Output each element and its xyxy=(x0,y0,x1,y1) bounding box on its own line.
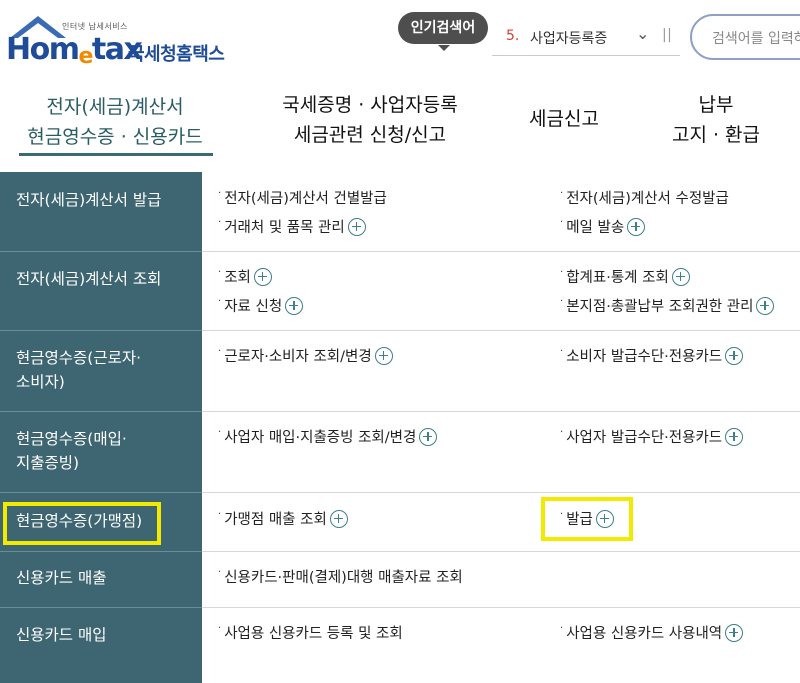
menu-link-branch-permission[interactable]: · 본지점·총괄납부 조회권한 관리 xyxy=(560,295,775,316)
logo-korean-name: 국세청홈택스 xyxy=(128,44,225,65)
tab-label-line1: 전자(세금)계산서 xyxy=(46,96,184,118)
menu-link-etax-single-issue[interactable]: · 전자(세금)계산서 건별발급 xyxy=(218,187,387,208)
popular-search-ticker[interactable]: 5. 사업자등록증 ⌄ | | xyxy=(492,18,680,56)
category-creditcard-purchase[interactable]: 신용카드 매입 xyxy=(0,623,202,647)
category-divider xyxy=(0,251,202,252)
menu-link-business-purchase[interactable]: · 사업자 매입·지출증빙 조회/변경 xyxy=(218,426,438,447)
category-etax-inquiry[interactable]: 전자(세금)계산서 조회 xyxy=(0,267,202,291)
tab-payment-refund[interactable]: 납부 고지 · 환급 xyxy=(660,90,772,150)
menu-link-merchant-sales[interactable]: · 가맹점 매출 조회 xyxy=(218,508,348,529)
menu-link-consumer-card[interactable]: · 소비자 발급수단·전용카드 xyxy=(560,345,744,366)
tab-label-line1: 국세증명 · 사업자등록 xyxy=(282,94,458,116)
category-cashreceipt-purchase[interactable]: 현금영수증(매입· 지출증빙) xyxy=(0,427,202,475)
menu-link-consumer-inquiry[interactable]: · 근로자·소비자 조회/변경 xyxy=(218,345,393,366)
plus-circle-icon[interactable] xyxy=(725,346,744,365)
menu-link-etax-amend-issue[interactable]: · 전자(세금)계산서 수정발급 xyxy=(560,187,729,208)
menu-link-business-card[interactable]: · 사업자 발급수단·전용카드 xyxy=(560,426,744,447)
highlight-box-issue xyxy=(541,497,633,541)
tab-label-line1: 세금신고 xyxy=(529,108,599,130)
plus-circle-icon[interactable] xyxy=(347,217,366,236)
row-divider xyxy=(202,330,800,331)
highlight-box-category xyxy=(3,502,161,545)
category-divider xyxy=(0,607,202,608)
menu-link-summary-stats[interactable]: · 합계표·통계 조회 xyxy=(560,266,690,287)
popular-term[interactable]: 사업자등록증 xyxy=(530,28,607,48)
plus-circle-icon[interactable] xyxy=(725,427,744,446)
popular-rank: 5. xyxy=(506,28,520,44)
tab-label-line2: 세금관련 신청/신고 xyxy=(293,124,447,146)
menu-link-business-card-usage[interactable]: · 사업용 신용카드 사용내역 xyxy=(560,622,744,643)
menu-link-data-request[interactable]: · 자료 신청 xyxy=(218,295,304,316)
menu-link-mail-send[interactable]: · 메일 발송 xyxy=(560,216,646,237)
site-header: 인터넷 납세서비스 Hometax 국세청홈택스 인기검색어 5. 사업자등록증… xyxy=(0,0,800,80)
plus-circle-icon[interactable] xyxy=(756,296,775,315)
menu-link-business-card-register[interactable]: · 사업용 신용카드 등록 및 조회 xyxy=(218,622,403,643)
plus-circle-icon[interactable] xyxy=(627,217,646,236)
category-divider xyxy=(0,492,202,493)
row-divider xyxy=(202,551,800,552)
menu-link-inquiry[interactable]: · 조회 xyxy=(218,266,272,287)
plus-circle-icon[interactable] xyxy=(329,509,348,528)
category-etax-issue[interactable]: 전자(세금)계산서 발급 xyxy=(0,188,202,212)
tab-label-line1: 납부 xyxy=(698,94,734,116)
search-box[interactable]: 검색어를 입력하세요 xyxy=(690,14,800,60)
pause-icon[interactable]: | | xyxy=(662,27,672,43)
plus-circle-icon[interactable] xyxy=(253,267,272,286)
row-divider xyxy=(202,251,800,252)
tab-label-line2: 고지 · 환급 xyxy=(671,124,761,146)
tab-etax-cashreceipt[interactable]: 전자(세금)계산서 현금영수증 · 신용카드 xyxy=(18,92,212,152)
plus-circle-icon[interactable] xyxy=(671,267,690,286)
plus-circle-icon[interactable] xyxy=(725,623,744,642)
tab-label-line2: 현금영수증 · 신용카드 xyxy=(27,126,203,148)
category-divider xyxy=(0,411,202,412)
logo-wordmark: Hometax xyxy=(6,32,143,69)
plus-circle-icon[interactable] xyxy=(419,427,438,446)
plus-circle-icon[interactable] xyxy=(285,296,304,315)
menu-link-partner-item-manage[interactable]: · 거래처 및 품목 관리 xyxy=(218,216,366,237)
row-divider xyxy=(202,492,800,493)
chevron-down-icon[interactable]: ⌄ xyxy=(636,24,649,43)
category-creditcard-sales[interactable]: 신용카드 매출 xyxy=(0,566,202,590)
popular-search-badge: 인기검색어 xyxy=(398,12,488,51)
menu-link-card-sales-data[interactable]: · 신용카드·판매(결제)대행 매출자료 조회 xyxy=(218,566,463,587)
category-cashreceipt-consumer[interactable]: 현금영수증(근로자· 소비자) xyxy=(0,346,202,394)
category-divider xyxy=(0,330,202,331)
search-input[interactable]: 검색어를 입력하세요 xyxy=(712,28,800,48)
row-divider xyxy=(202,607,800,608)
plus-circle-icon[interactable] xyxy=(374,346,393,365)
active-tab-indicator xyxy=(19,153,213,156)
category-divider xyxy=(0,551,202,552)
logo-tagline: 인터넷 납세서비스 xyxy=(62,22,128,31)
row-divider xyxy=(202,411,800,412)
tab-tax-filing[interactable]: 세금신고 xyxy=(512,104,616,134)
tab-certificates-registration[interactable]: 국세증명 · 사업자등록 세금관련 신청/신고 xyxy=(260,90,480,150)
hometax-logo[interactable]: 인터넷 납세서비스 Hometax 국세청홈택스 xyxy=(0,8,240,69)
